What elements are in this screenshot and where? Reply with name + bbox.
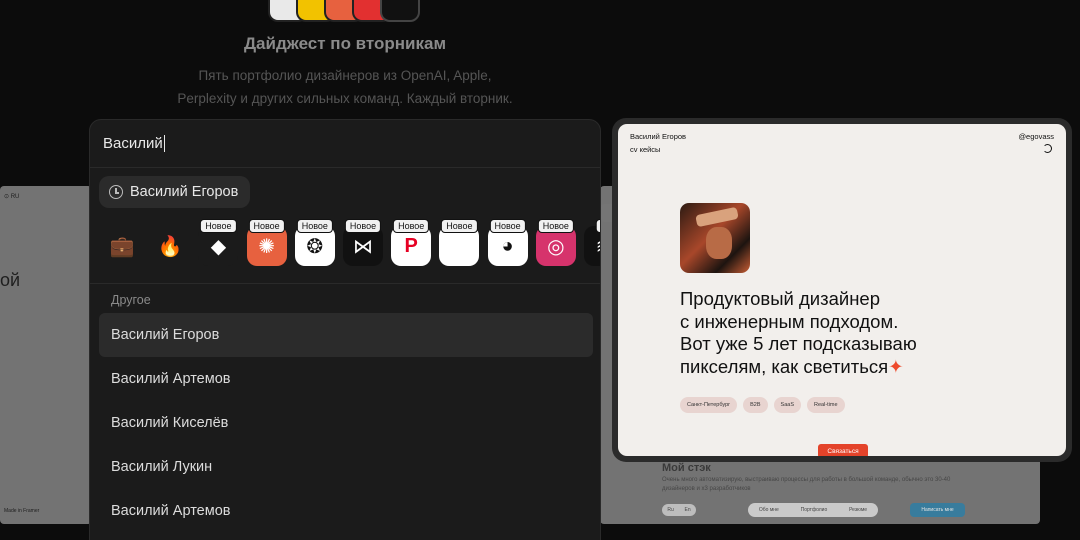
tag: B2B	[743, 397, 768, 413]
sparkle-icon: ✦	[888, 355, 904, 377]
page: Дайджест по вторникам Пять портфолио диз…	[0, 0, 1080, 540]
perplexity-logo-icon[interactable]: ⋈ Новое	[343, 219, 383, 266]
new-badge: Новое	[344, 219, 382, 233]
preview-name: Василий Егоров	[630, 132, 687, 141]
spotify-logo-icon[interactable]: ≋Н	[584, 219, 600, 266]
fire-icon[interactable]: 🔥	[150, 226, 190, 266]
bg-lang-ru: Ru	[667, 507, 674, 513]
bg-tab-portfolio: Портфолио	[800, 507, 828, 513]
search-row[interactable]: Василий	[90, 120, 600, 168]
list-item[interactable]: Василий Артемов	[99, 357, 593, 401]
instagram-logo-icon[interactable]: ◎ Новое	[535, 219, 576, 266]
bg-heading-fragment: ой	[0, 270, 21, 290]
contact-button[interactable]: Связаться	[818, 444, 868, 456]
openai-logo-icon[interactable]: ❂ Новое	[294, 219, 335, 266]
claude-logo-glyph: ✺	[258, 235, 275, 258]
figma-logo-icon[interactable]: ◕ Новое	[487, 219, 528, 266]
bg-lang-en: En	[684, 507, 691, 513]
headline-line-4-text: пикселям, как светиться	[680, 355, 889, 377]
claude-logo-icon[interactable]: ✺ Новое	[246, 219, 287, 266]
moon-icon	[1043, 144, 1052, 153]
tag: Санкт-Петербург	[680, 397, 738, 413]
openai-logo-glyph: ❂	[306, 235, 324, 258]
new-badge: Новое	[537, 219, 574, 233]
bg-tab-about: Обо мне	[758, 507, 779, 513]
preview-nav: cv кейсы	[630, 145, 661, 154]
digest-subtitle: Пять портфолио дизайнеров из OpenAI, App…	[0, 64, 690, 110]
bg-stack-title: Мой стэк	[662, 462, 711, 474]
fire-glyph: 🔥	[157, 235, 183, 258]
text-caret	[163, 135, 165, 152]
recent-search-chip[interactable]: Василий Егоров	[99, 176, 251, 208]
tag: SaaS	[773, 397, 802, 413]
pinterest-logo-icon[interactable]: P Новое	[391, 219, 432, 266]
preview-handle: @egovass	[1018, 132, 1054, 141]
divider	[90, 283, 600, 284]
bg-stack-text: Очень много автоматизирую, выстраиваю пр…	[662, 477, 951, 492]
list-item[interactable]: Василий Лукин	[99, 445, 593, 489]
portfolio-preview-tablet[interactable]: Василий Егоров cv кейсы @egovass Продукт…	[612, 118, 1072, 462]
headline-line-2: с инженерным подходом.	[680, 310, 899, 332]
list-item[interactable]: Василий Киселёв	[99, 401, 593, 445]
pinterest-logo-glyph: P	[404, 234, 418, 257]
new-badge: Новое	[441, 219, 478, 233]
bg-send-button: Написать мне	[910, 503, 965, 517]
subtitle-line-1: Пять портфолио дизайнеров из OpenAI, App…	[198, 68, 492, 83]
new-badge: Новое	[489, 219, 526, 233]
new-badge: Новое	[393, 219, 430, 233]
bg-tabs: Обо мне Портфолио Резюме	[748, 503, 878, 517]
headline-line-3: Вот уже 5 лет подсказываю	[680, 333, 917, 354]
briefcase-icon[interactable]: 💼	[102, 226, 142, 266]
headline-line-1: Продуктовый дизайнер	[680, 288, 880, 309]
instagram-logo-glyph: ◎	[547, 235, 565, 258]
results-list: Василий Егоров Василий Артемов Василий К…	[99, 313, 593, 533]
bg-lang-label: ⊙ RU	[4, 194, 20, 200]
bg-tab-resume: Резюме	[849, 507, 868, 513]
section-label-other: Другое	[111, 293, 151, 307]
tag: Real-time	[807, 397, 845, 413]
digest-logos	[268, 0, 420, 22]
portfolio-preview-screen: Василий Егоров cv кейсы @egovass Продукт…	[618, 124, 1066, 456]
cube-logo-icon[interactable]: ◆ Новое	[198, 219, 239, 266]
list-item[interactable]: Василий Егоров	[99, 313, 593, 357]
recent-search-label: Василий Егоров	[130, 184, 239, 200]
headline-line-4: пикселям, как светиться✦	[680, 356, 960, 379]
figma-logo-glyph: ◕	[501, 234, 514, 257]
subtitle-line-2: Perplexity и других сильных команд. Кажд…	[177, 91, 513, 106]
new-badge: Новое	[248, 219, 285, 233]
cube-logo-glyph: ◆	[210, 235, 227, 258]
avatar	[680, 203, 750, 273]
perplexity-logo-glyph: ⋈	[353, 235, 373, 258]
new-badge: Новое	[296, 219, 333, 233]
bg-lang-switch: Ru En	[662, 504, 696, 516]
background-card-left: ⊙ RU ой Made in Framer	[0, 186, 92, 524]
new-badge: Н	[595, 219, 600, 233]
app-icon-strip: 💼 🔥 ◆ Новое ✺ Новое ❂ Новое ⋈ Новое P Новое Новое ◕ Но…	[90, 219, 600, 276]
briefcase-glyph: 💼	[109, 235, 135, 258]
spotify-logo-glyph: ≋	[596, 234, 600, 259]
new-badge: Новое	[200, 219, 237, 233]
search-input[interactable]: Василий	[103, 135, 163, 152]
preview-tags: Санкт-Петербург B2B SaaS Real-time	[680, 397, 845, 413]
digest-title: Дайджест по вторникам	[243, 34, 447, 53]
list-item[interactable]: Василий Артемов	[99, 489, 593, 533]
search-panel: Василий Василий Егоров 💼 🔥 ◆ Новое ✺ Новое ❂ Но…	[89, 119, 601, 540]
bg-made-in: Made in Framer	[4, 508, 40, 514]
preview-headline: Продуктовый дизайнер с инженерным подход…	[680, 288, 960, 378]
apple-logo-icon[interactable]: Новое	[439, 219, 480, 266]
clock-icon	[109, 185, 123, 199]
perplexity-logo-icon	[380, 0, 420, 22]
